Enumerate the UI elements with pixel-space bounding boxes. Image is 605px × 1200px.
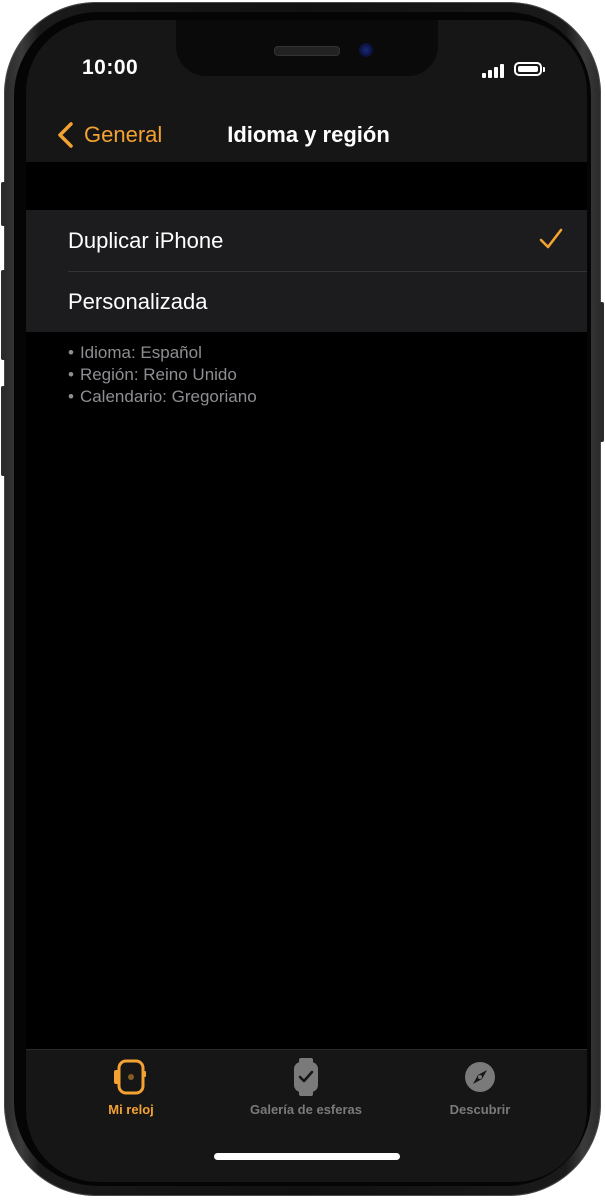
tab-mi-reloj[interactable]: Mi reloj: [41, 1058, 221, 1117]
battery-icon: [514, 62, 545, 76]
screen: 10:00 General Idioma y región Duplicar i…: [26, 20, 587, 1182]
tab-label: Galería de esferas: [249, 1102, 363, 1117]
phone-frame: 10:00 General Idioma y región Duplicar i…: [1, 2, 604, 1196]
volume-down-button: [1, 386, 6, 476]
volume-up-button: [1, 270, 6, 360]
tab-label: Mi reloj: [108, 1102, 154, 1117]
option-label: Personalizada: [68, 288, 208, 314]
tab-label: Descubrir: [449, 1102, 511, 1117]
silent-switch: [1, 182, 6, 226]
detail-calendar: Calendario: Gregoriano: [68, 386, 257, 408]
front-camera: [359, 43, 373, 57]
tab-descubrir[interactable]: Descubrir: [390, 1058, 570, 1117]
option-personalizada[interactable]: Personalizada: [26, 271, 587, 332]
checkmark-icon: [539, 228, 563, 249]
detail-region: Región: Reino Unido: [68, 364, 257, 386]
status-bar: 10:00: [26, 20, 587, 110]
section-spacer: [26, 162, 587, 210]
settings-details: Idioma: Español Región: Reino Unido Cale…: [68, 342, 257, 408]
watch-icon: [114, 1059, 146, 1095]
compass-icon: [465, 1062, 495, 1092]
status-time: 10:00: [82, 56, 139, 79]
navigation-bar: General Idioma y región: [26, 110, 587, 162]
detail-language: Idioma: Español: [68, 342, 257, 364]
earpiece-speaker: [274, 46, 340, 56]
language-options-list: Duplicar iPhone Personalizada: [26, 210, 587, 332]
watch-face-icon: [294, 1058, 318, 1096]
option-label: Duplicar iPhone: [68, 227, 224, 253]
option-duplicar-iphone[interactable]: Duplicar iPhone: [26, 210, 587, 271]
tab-bar: Mi reloj Galería de esferas Descubrir: [26, 1049, 587, 1182]
home-indicator[interactable]: [214, 1153, 400, 1160]
cellular-signal-icon: [482, 64, 508, 78]
tab-galeria-de-esferas[interactable]: Galería de esferas: [216, 1058, 396, 1117]
page-title: Idioma y región: [227, 122, 390, 147]
power-button: [599, 302, 604, 442]
